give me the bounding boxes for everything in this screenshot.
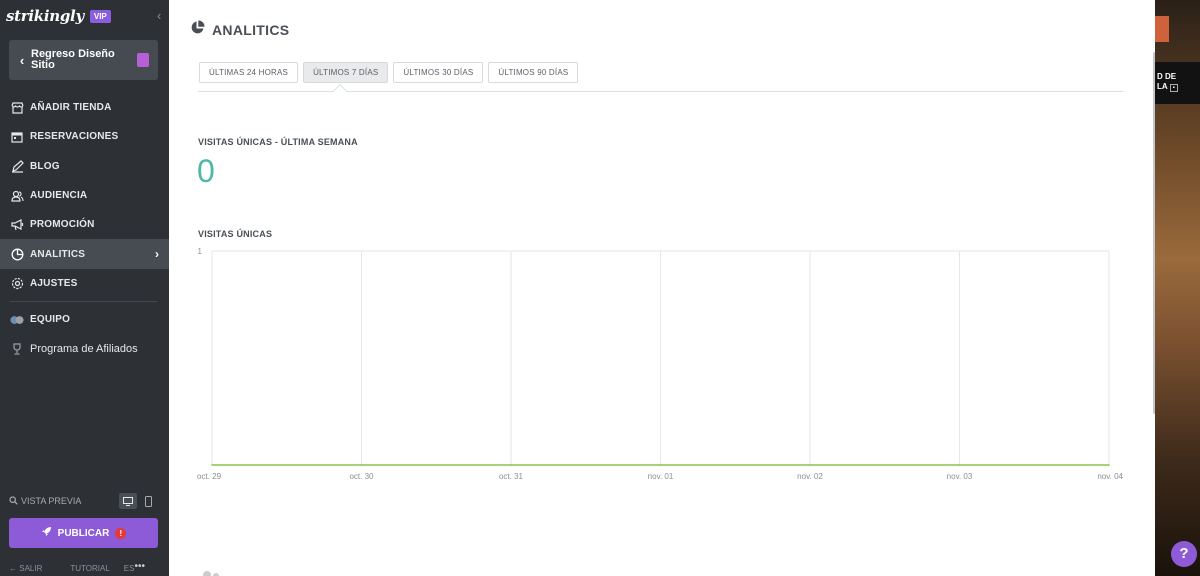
sidebar-item-label: AJUSTES (30, 277, 78, 289)
sidebar-item-label: Programa de Afiliados (30, 343, 138, 356)
audience-icon (10, 189, 24, 203)
data-point (360, 464, 363, 466)
sidebar-item-label: BLOG (30, 160, 60, 172)
sidebar-item-audience[interactable]: AUDIENCIA (0, 181, 169, 210)
x-tick-label: nov. 01 (648, 472, 674, 481)
collapse-sidebar-icon[interactable]: ‹ (157, 8, 161, 23)
x-tick-label: nov. 03 (947, 472, 973, 481)
x-tick-label: nov. 02 (797, 472, 823, 481)
sidebar-item-analytics[interactable]: ANALITICS › (0, 239, 169, 269)
team-icon (10, 313, 24, 327)
x-tick-label: oct. 29 (197, 472, 222, 481)
vip-badge: VIP (89, 9, 111, 23)
help-button[interactable]: ? (1171, 541, 1197, 567)
unique-visits-chart: 1 oct. 29 oct. 30 oct. 31 nov. 01 nov. 02 nov.… (197, 247, 1124, 481)
sidebar-nav: AÑADIR TIENDA RESERVACIONES BLOG AUDIENC… (0, 93, 169, 364)
sidebar-item-blog[interactable]: BLOG (0, 152, 169, 181)
sidebar-item-affiliates[interactable]: Programa de Afiliados (0, 334, 169, 363)
sidebar-item-label: ANALITICS (30, 248, 86, 260)
alert-badge: ! (115, 527, 127, 539)
store-icon (10, 101, 24, 115)
x-tick-label: oct. 30 (349, 472, 374, 481)
data-point (510, 464, 512, 466)
sidebar-item-promotion[interactable]: PROMOCIÓN (0, 210, 169, 239)
sidebar-item-team[interactable]: EQUIPO (0, 305, 169, 334)
chevron-right-icon: › (155, 247, 159, 262)
x-tick-label: oct. 31 (499, 472, 524, 481)
site-preview-text-row: LA ▪ (1157, 82, 1200, 93)
sidebar-footer: ← SALIR TUTORIAL ES ••• (0, 560, 169, 576)
pen-icon (10, 159, 24, 173)
data-point (958, 464, 961, 466)
gear-icon (10, 276, 24, 290)
site-preview-text-1: D DE (1157, 72, 1177, 81)
sidebar-item-label: PROMOCIÓN (30, 219, 95, 231)
sidebar-item-label: AÑADIR TIENDA (30, 102, 112, 114)
data-point (1108, 464, 1110, 466)
sidebar-item-label: RESERVACIONES (30, 131, 119, 143)
trophy-icon (10, 342, 24, 356)
publish-label: PUBLICAR (57, 527, 110, 539)
site-preview-strip: D DE LA ▪ (1155, 62, 1200, 104)
sidebar-item-reservations[interactable]: RESERVACIONES (0, 122, 169, 151)
sidebar-item-settings[interactable]: AJUSTES (0, 269, 169, 298)
site-thumbnail-icon (137, 53, 149, 67)
rocket-icon (41, 524, 52, 542)
back-button-label: Regreso Diseño Sitio (31, 48, 115, 71)
sidebar-item-label: EQUIPO (30, 314, 71, 326)
site-preview-text-2: LA (1157, 82, 1168, 91)
image-icon: ▪ (1169, 84, 1178, 92)
preview-row: VISTA PREVIA (0, 491, 169, 511)
publish-button[interactable]: PUBLICAR ! (9, 518, 158, 548)
partial-icon (202, 566, 222, 576)
tutorial-link[interactable]: TUTORIAL (70, 564, 109, 573)
exit-label: SALIR (19, 563, 43, 573)
sidebar: strikingly VIP ‹ ‹ Regreso Diseño Sitio … (0, 0, 169, 576)
x-tick-label: nov. 04 (1097, 472, 1123, 481)
data-point (809, 464, 811, 466)
sidebar-item-label: AUDIENCIA (30, 190, 88, 202)
sidebar-divider (10, 301, 157, 303)
site-preview-accent (1155, 16, 1169, 42)
strikingly-logo[interactable]: strikingly (6, 7, 84, 25)
chevron-left-icon: ‹ (19, 52, 25, 68)
exit-link[interactable]: ← SALIR (9, 564, 56, 573)
data-point (659, 464, 662, 466)
calendar-icon (10, 130, 24, 144)
analytics-panel: ANALITICS ÚLTIMAS 24 HORAS ÚLTIMOS 7 DÍA… (169, 0, 1157, 576)
language-link[interactable]: ES (124, 564, 135, 573)
sidebar-item-store[interactable]: AÑADIR TIENDA (0, 93, 169, 122)
y-tick-label: 1 (198, 247, 203, 256)
data-point (211, 464, 213, 466)
preview-link[interactable]: VISTA PREVIA (21, 496, 81, 506)
logo-row: strikingly VIP (6, 6, 111, 26)
pie-chart-icon (10, 247, 24, 261)
megaphone-icon (10, 218, 24, 232)
desktop-preview-icon[interactable] (119, 493, 137, 509)
search-icon (9, 492, 18, 510)
mobile-preview-icon[interactable] (141, 493, 155, 509)
more-options-icon[interactable]: ••• (134, 561, 145, 572)
back-to-design-button[interactable]: ‹ Regreso Diseño Sitio (9, 40, 158, 80)
